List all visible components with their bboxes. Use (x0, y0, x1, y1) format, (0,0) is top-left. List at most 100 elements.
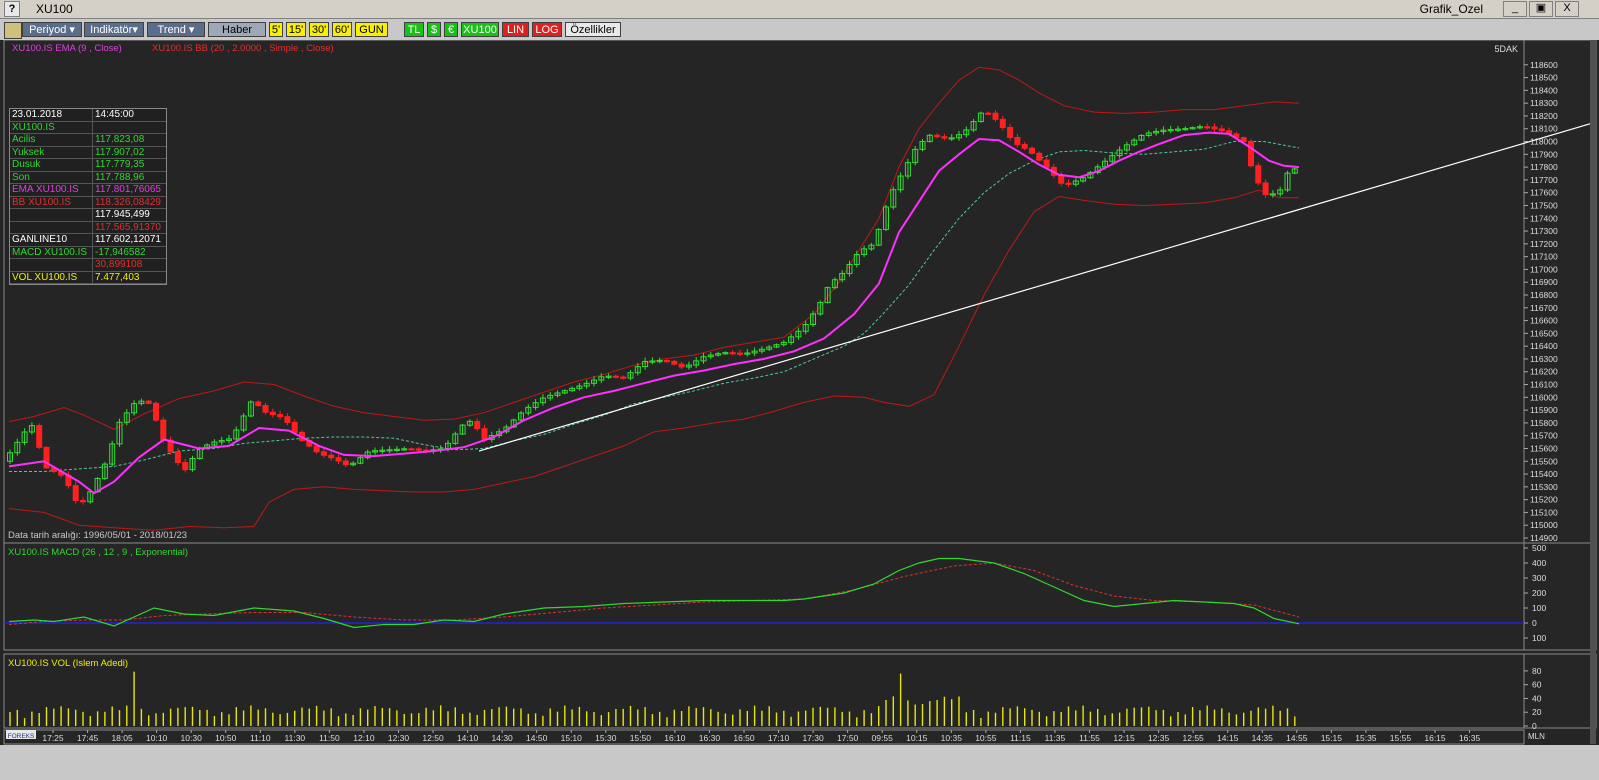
candle-body (277, 414, 284, 418)
y-tick-label: 116800 (1530, 290, 1558, 300)
x-tick-label: 16:10 (664, 733, 686, 743)
y-tick-label: 118300 (1530, 98, 1558, 108)
x-tick-label: 17:50 (837, 733, 859, 743)
y-tick-label: 117100 (1530, 252, 1558, 262)
info-label: VOL XU100.IS (10, 271, 93, 283)
toolbar-button-0[interactable]: Periyod ▾ (22, 22, 82, 37)
y-tick-label: 115900 (1530, 405, 1558, 415)
candle-body (1036, 152, 1043, 161)
toolbar-button-12[interactable]: XU100 (461, 22, 499, 37)
info-label: Acilis (10, 134, 93, 146)
info-row: XU100.IS (10, 121, 166, 134)
vol-y-tick-label: 80 (1532, 666, 1542, 676)
x-tick-label: 12:35 (1148, 733, 1170, 743)
candle-body (612, 375, 619, 378)
candle-body (80, 500, 86, 503)
info-value: 118.326,08429 (95, 196, 161, 208)
candle-body (415, 448, 422, 451)
toolbar-button-3[interactable]: Haber (208, 22, 266, 37)
info-value: 117.602,12071 (95, 234, 161, 245)
info-label (10, 221, 93, 233)
vol-unit-label: MLN (1528, 732, 1545, 741)
info-value: 117.801,76065 (95, 184, 161, 195)
info-row: 23.01.2018 14:45:00 (10, 109, 166, 122)
candle-body (328, 454, 335, 459)
y-tick-label: 116600 (1530, 316, 1558, 326)
x-tick-label: 15:55 (1390, 733, 1412, 743)
chart-area: 114900 115000 115100 115200 115300 115400 1155… (0, 39, 1599, 777)
candle-body (1248, 140, 1254, 167)
y-tick-label: 115500 (1530, 456, 1558, 466)
info-value: 117.788,96 (95, 171, 145, 183)
candle-body (1043, 159, 1050, 168)
info-row: Yuksek 117.907,02 (10, 146, 166, 159)
info-value: 117.907,02 (95, 146, 145, 158)
vol-y-tick-label: 0 (1532, 721, 1537, 731)
toolbar-button-2[interactable]: Trend ▾ (147, 22, 205, 37)
candle-body (620, 376, 627, 379)
y-tick-label: 117800 (1530, 162, 1558, 172)
info-value: -17,946582 (95, 246, 146, 258)
toolbar-button-5[interactable]: 15' (286, 22, 306, 37)
macd-y-tick-label: 100 (1532, 633, 1546, 643)
info-row: MACD XU100.IS -17,946582 (10, 246, 166, 259)
ema-legend: XU100.IS EMA (9 , Close) (12, 43, 122, 54)
candle-body (985, 112, 992, 115)
candle-body (262, 405, 269, 413)
toolbar-button-7[interactable]: 60' (332, 22, 352, 37)
x-tick-label: 17:30 (802, 733, 824, 743)
toolbar-button-10[interactable]: $ (427, 22, 441, 37)
info-row: 117.565,91370 (10, 221, 166, 234)
info-label: XU100.IS (10, 121, 93, 133)
x-tick-label: 16:35 (1459, 733, 1481, 743)
vol-y-tick-label: 60 (1532, 680, 1542, 690)
info-label (10, 259, 93, 271)
candle-body (1021, 144, 1028, 149)
candle-body (1029, 147, 1035, 154)
close-button[interactable]: X (1555, 1, 1579, 17)
x-tick-label: 15:30 (595, 733, 617, 743)
minimize-button[interactable]: _ (1503, 1, 1527, 17)
x-tick-label: 15:50 (630, 733, 652, 743)
help-button[interactable]: ? (4, 1, 20, 17)
candle-body (664, 360, 670, 363)
y-tick-label: 118200 (1530, 111, 1558, 121)
y-tick-label: 117400 (1530, 213, 1558, 223)
macd-legend: XU100.IS MACD (26 , 12 , 9 , Exponential… (8, 547, 188, 558)
x-tick-label: 12:55 (1183, 733, 1205, 743)
vol-legend: XU100.IS VOL (Islem Adedi) (8, 658, 128, 669)
toolbar-button-1[interactable]: Indikatör▾ (84, 22, 144, 37)
y-tick-label: 116500 (1530, 328, 1558, 338)
x-tick-label: 16:30 (699, 733, 721, 743)
y-tick-label: 117500 (1530, 200, 1558, 210)
toolbar-button-8[interactable]: GUN (355, 22, 388, 37)
toolbar-button-4[interactable]: 5' (269, 22, 283, 37)
x-tick-label: 12:15 (1113, 733, 1135, 743)
x-tick-label: 14:50 (526, 733, 548, 743)
candle-body (1262, 182, 1269, 196)
toolbar-button-9[interactable]: TL (404, 22, 424, 37)
toolbar-button-6[interactable]: 30' (309, 22, 329, 37)
toolbar-button-13[interactable]: LIN (502, 22, 529, 37)
y-tick-label: 115300 (1530, 482, 1558, 492)
candle-body (1211, 126, 1218, 130)
maximize-button[interactable]: ▣ (1529, 1, 1553, 17)
panel-1 (3, 542, 1525, 651)
y-tick-label: 118600 (1530, 60, 1558, 70)
candle-body (1218, 128, 1225, 132)
candle-body (160, 419, 167, 441)
toolbar-button-14[interactable]: LOG (532, 22, 562, 37)
info-label: GANLINE10 (10, 234, 93, 246)
x-tick-label: 14:55 (1286, 733, 1308, 743)
x-tick-label: 10:35 (941, 733, 963, 743)
toolbar-button-11[interactable]: € (444, 22, 458, 37)
x-tick-label: 14:10 (457, 733, 479, 743)
candle-body (1007, 127, 1014, 138)
chart-canvas[interactable]: 114900 115000 115100 115200 115300 115400 1155… (0, 39, 1599, 777)
candle-body (1255, 165, 1262, 184)
toolbar-button-15[interactable]: Özellikler (565, 22, 621, 37)
y-tick-label: 116900 (1530, 277, 1558, 287)
y-tick-label: 117300 (1530, 226, 1558, 236)
chart-icon[interactable] (4, 22, 22, 39)
candle-body (1204, 126, 1211, 129)
